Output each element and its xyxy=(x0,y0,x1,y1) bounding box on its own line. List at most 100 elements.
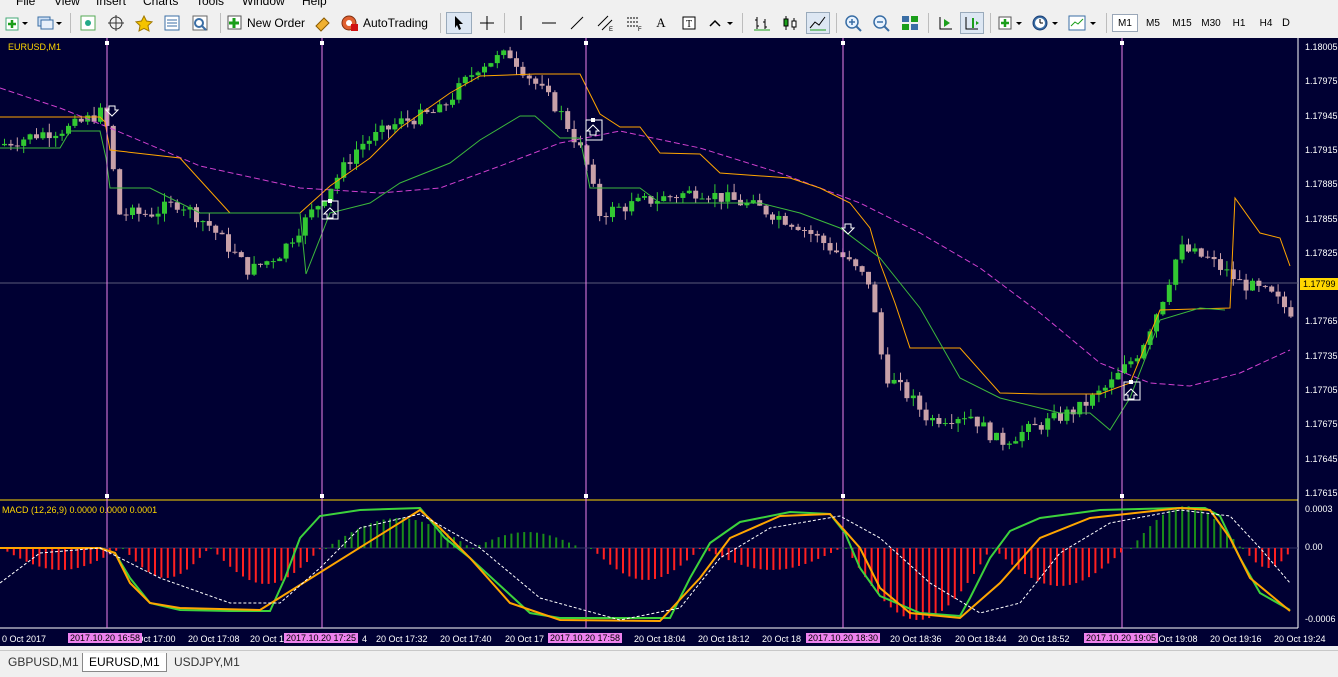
bar-chart-icon[interactable] xyxy=(750,12,774,34)
macd-indicator-label: MACD (12,26,9) 0.0000 0.0000 0.0001 xyxy=(2,505,158,515)
candle-bullish xyxy=(373,131,379,141)
candle-bearish xyxy=(194,207,199,223)
timeframe-h1[interactable]: H1 xyxy=(1226,14,1252,32)
candle-bearish xyxy=(46,132,52,139)
candle-bullish xyxy=(130,207,135,216)
timeframe-m15[interactable]: M15 xyxy=(1168,14,1196,32)
macd-histogram-bar xyxy=(166,548,169,578)
macd-histogram-bar xyxy=(1181,506,1184,548)
tab-usdjpy[interactable]: USDJPY,M1 xyxy=(168,653,246,671)
templates-icon[interactable] xyxy=(1066,12,1100,34)
macd-histogram-bar xyxy=(609,548,612,565)
macd-histogram-bar xyxy=(12,548,15,556)
macd-histogram-bar xyxy=(1149,526,1152,548)
candle-bearish xyxy=(258,263,263,265)
macd-histogram-bar xyxy=(1254,548,1257,563)
candle-bullish xyxy=(891,379,897,384)
tab-eurusd[interactable]: EURUSD,M1 xyxy=(82,653,167,672)
trendline-icon[interactable] xyxy=(566,12,588,34)
terminal-icon[interactable] xyxy=(160,12,184,34)
candle-bearish xyxy=(507,50,513,59)
menu-help[interactable]: Help xyxy=(302,0,327,8)
menu-file[interactable]: File xyxy=(16,0,35,8)
equidistant-channel-icon[interactable]: E xyxy=(594,12,618,34)
strategy-tester-icon[interactable] xyxy=(188,12,212,34)
timeframe-m5[interactable]: M5 xyxy=(1140,14,1166,32)
chart-shift-icon[interactable] xyxy=(960,12,984,34)
candlestick-icon[interactable] xyxy=(778,12,802,34)
cursor-icon[interactable] xyxy=(446,12,472,34)
macd-histogram-bar xyxy=(1088,548,1090,578)
menu-window[interactable]: Window xyxy=(242,0,285,8)
new-chart-icon[interactable] xyxy=(2,12,30,34)
chart-window[interactable]: EURUSD,M1 MACD (12,26,9) 0.0000 0.0000 0… xyxy=(0,38,1338,646)
signal-dot xyxy=(591,118,595,122)
tile-windows-icon[interactable] xyxy=(898,12,922,34)
time-tick-label: 20 Oct 1 xyxy=(250,634,285,644)
candle-bearish xyxy=(706,198,711,200)
line-chart-icon[interactable] xyxy=(806,12,830,34)
menu-insert[interactable]: Insert xyxy=(96,0,126,8)
macd-histogram-bar xyxy=(491,539,494,548)
timeframe-m1[interactable]: M1 xyxy=(1112,14,1138,32)
timeframe-m30[interactable]: M30 xyxy=(1197,14,1225,32)
macd-histogram-bar xyxy=(331,543,334,548)
candle-bearish xyxy=(1262,285,1268,287)
text-label-icon[interactable]: T xyxy=(678,12,700,34)
new-order-button[interactable]: New Order xyxy=(226,12,308,34)
macd-histogram-bar xyxy=(734,548,736,563)
macd-histogram-bar xyxy=(542,533,545,548)
macd-histogram-bar xyxy=(934,548,937,616)
text-tool-icon[interactable]: A xyxy=(650,12,672,34)
macd-histogram-bar xyxy=(561,539,564,548)
fibonacci-icon[interactable]: F xyxy=(622,12,646,34)
candle-bullish xyxy=(450,99,455,105)
candle-bullish xyxy=(462,76,468,84)
menu-tools[interactable]: Tools xyxy=(196,0,224,8)
candle-bullish xyxy=(437,104,443,113)
zoom-out-icon[interactable] xyxy=(870,12,894,34)
candle-bullish xyxy=(309,209,315,218)
auto-scroll-icon[interactable] xyxy=(934,12,958,34)
zoom-in-icon[interactable] xyxy=(842,12,866,34)
timeframe-h4[interactable]: H4 xyxy=(1253,14,1279,32)
crosshair-nav-icon[interactable] xyxy=(104,12,128,34)
menu-view[interactable]: View xyxy=(54,0,80,8)
macd-histogram-bar xyxy=(660,548,663,577)
macd-histogram-bar xyxy=(1011,548,1014,565)
autotrading-button[interactable]: AutoTrading xyxy=(340,12,434,34)
candle-bearish xyxy=(8,143,14,146)
candle-bullish xyxy=(302,217,308,236)
price-chart-canvas[interactable] xyxy=(0,38,1338,646)
macd-histogram-bar xyxy=(740,548,743,565)
favorites-icon[interactable] xyxy=(132,12,156,34)
candle-bullish xyxy=(200,221,206,223)
candle-bearish xyxy=(936,417,942,424)
candle-bullish xyxy=(322,200,327,207)
vertical-line-icon[interactable] xyxy=(510,12,532,34)
macd-histogram-bar xyxy=(134,548,137,562)
timeframe-more-icon[interactable]: D xyxy=(1282,14,1338,32)
macd-histogram-bar xyxy=(414,520,417,548)
indicators-icon[interactable] xyxy=(996,12,1026,34)
candle-bullish xyxy=(610,206,615,218)
tab-gbpusd[interactable]: GBPUSD,M1 xyxy=(2,653,85,671)
marker-handle xyxy=(584,494,588,498)
menu-charts[interactable]: Charts xyxy=(143,0,178,8)
market-watch-icon[interactable] xyxy=(76,12,100,34)
periods-clock-icon[interactable] xyxy=(1030,12,1062,34)
price-tick-label: 1.17975 xyxy=(1305,76,1338,87)
horizontal-line-icon[interactable] xyxy=(538,12,560,34)
candle-bearish xyxy=(238,252,244,258)
candle-bullish xyxy=(162,201,167,214)
macd-histogram-bar xyxy=(25,548,28,562)
autotrading-icon xyxy=(341,15,358,31)
crosshair-icon[interactable] xyxy=(476,12,498,34)
profiles-icon[interactable] xyxy=(34,12,64,34)
candle-bearish xyxy=(590,164,596,184)
candle-bullish xyxy=(1013,441,1019,444)
metaeditor-icon[interactable] xyxy=(312,12,334,34)
macd-histogram-bar xyxy=(870,548,873,586)
time-tick-label: 20 Oct 17:40 xyxy=(440,634,492,644)
arrows-icon[interactable] xyxy=(706,12,736,34)
